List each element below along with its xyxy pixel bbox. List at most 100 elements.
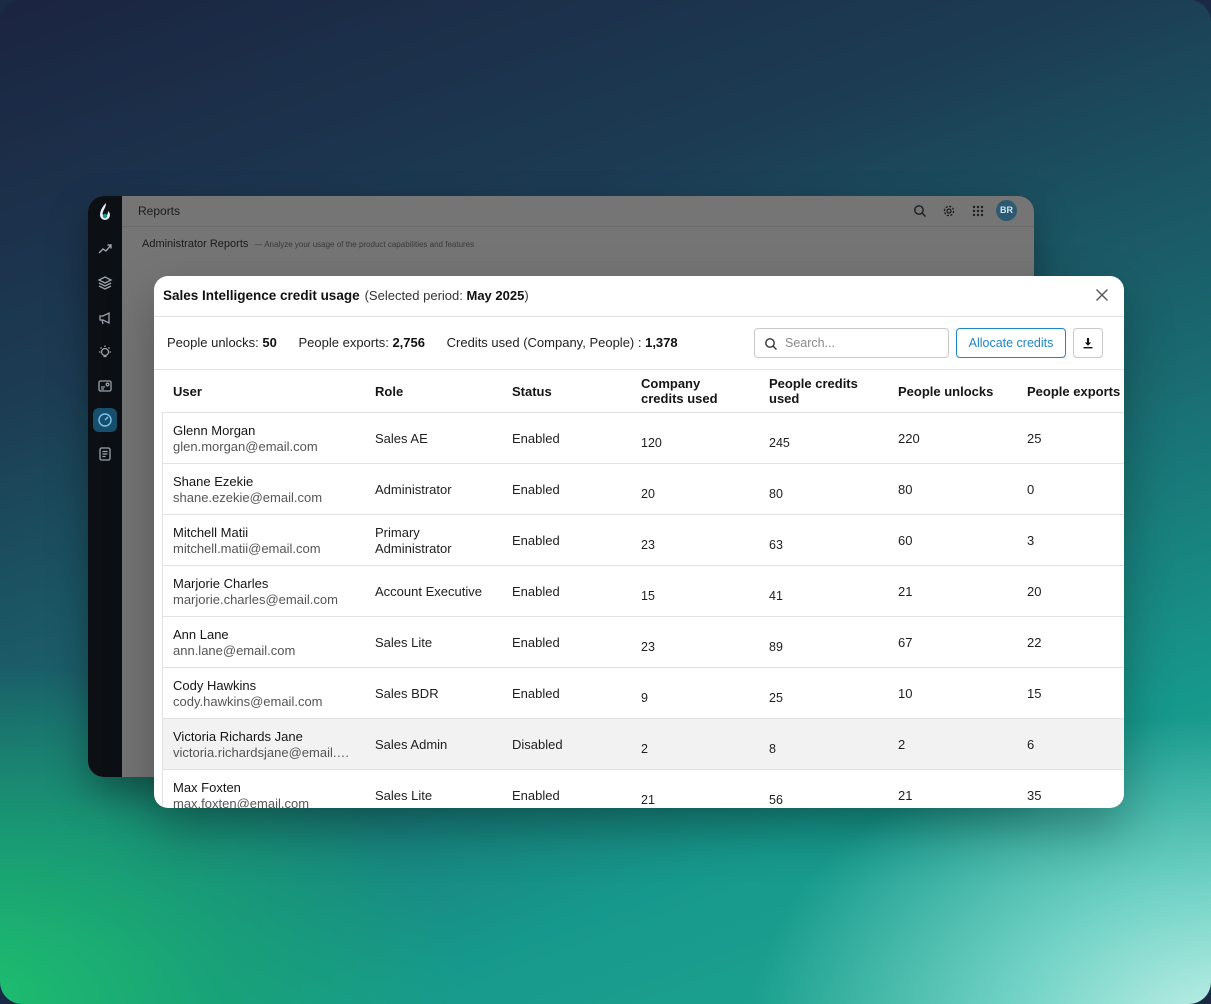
usage-summary: People unlocks: 50 People exports: 2,756…: [167, 335, 696, 350]
company-credits-cell: 120: [641, 435, 662, 450]
search-input[interactable]: [785, 334, 935, 352]
column-header-user[interactable]: User: [173, 370, 202, 412]
user-cell: Glenn Morgan glen.morgan@email.com: [173, 413, 318, 464]
role-cell: Sales Lite: [375, 634, 433, 650]
company-credits-cell: 21: [641, 792, 655, 807]
people-unlocks-stat: People unlocks: 50: [167, 335, 277, 350]
user-email: marjorie.charles@email.com: [173, 591, 338, 607]
modal-title: Sales Intelligence credit usage (Selected…: [163, 288, 529, 303]
column-header-people-credits[interactable]: People credits used: [769, 370, 874, 412]
table-row[interactable]: Marjorie Charles marjorie.charles@email.…: [162, 565, 1124, 616]
table-row[interactable]: Mitchell Matii mitchell.matii@email.com …: [162, 514, 1124, 565]
people-exports-cell: 35: [1027, 787, 1042, 803]
people-credits-cell: 8: [769, 741, 776, 756]
credits-used-stat: Credits used (Company, People) : 1,378: [447, 335, 678, 350]
user-name: Ann Lane: [173, 626, 229, 642]
company-credits-cell: 2: [641, 741, 648, 756]
company-credits-cell: 15: [641, 588, 655, 603]
search-icon: [764, 337, 778, 351]
people-unlocks-cell: 67: [898, 634, 913, 650]
page-description: — Analyze your usage of the product capa…: [254, 240, 475, 249]
app-logo-icon: [100, 203, 110, 220]
user-cell: Shane Ezekie shane.ezekie@email.com: [173, 464, 322, 515]
table-row[interactable]: Cody Hawkins cody.hawkins@email.com Sale…: [162, 667, 1124, 718]
people-exports-cell: 6: [1027, 736, 1035, 752]
period-suffix: ): [524, 288, 529, 303]
people-exports-cell: 25: [1027, 430, 1042, 446]
table-row[interactable]: Ann Lane ann.lane@email.com Sales Lite E…: [162, 616, 1124, 667]
user-cell: Ann Lane ann.lane@email.com: [173, 617, 295, 668]
people-unlocks-cell: 220: [898, 430, 920, 446]
people-credits-cell: 56: [769, 792, 783, 807]
table-row[interactable]: Max Foxten max.foxten@email.com Sales Li…: [162, 769, 1124, 808]
column-header-people-exports[interactable]: People exports: [1027, 370, 1120, 412]
page-subheader: Administrator Reports — Analyze your usa…: [142, 238, 474, 250]
search-box[interactable]: [754, 328, 949, 358]
user-name: Cody Hawkins: [173, 677, 257, 693]
people-unlocks-cell: 80: [898, 481, 913, 497]
people-exports-label: People exports:: [298, 335, 393, 350]
user-avatar[interactable]: BR: [996, 200, 1017, 221]
user-cell: Max Foxten max.foxten@email.com: [173, 770, 309, 809]
user-email: mitchell.matii@email.com: [173, 540, 321, 556]
gear-icon[interactable]: [942, 204, 956, 218]
table-row[interactable]: Victoria Richards Jane victoria.richards…: [162, 718, 1124, 769]
credits-used-label: Credits used (Company, People) :: [446, 335, 646, 350]
status-cell: Enabled: [512, 481, 560, 497]
people-unlocks-cell: 21: [898, 583, 913, 599]
close-icon[interactable]: [1094, 287, 1110, 303]
people-unlocks-value: 50: [262, 335, 277, 350]
layers-icon[interactable]: [97, 275, 113, 291]
left-nav-rail: [88, 196, 122, 777]
download-button[interactable]: [1073, 328, 1103, 358]
user-cell: Victoria Richards Jane victoria.richards…: [173, 719, 353, 770]
user-name: Victoria Richards Jane: [173, 728, 303, 744]
table-header: User Role Status Company credits used Pe…: [154, 370, 1124, 412]
role-cell: Sales Lite: [375, 787, 433, 803]
column-header-role[interactable]: Role: [375, 370, 403, 412]
apps-grid-icon[interactable]: [971, 204, 985, 218]
column-header-people-unlocks[interactable]: People unlocks: [898, 370, 993, 412]
contact-card-icon[interactable]: [97, 378, 113, 394]
company-credits-cell: 23: [641, 639, 655, 654]
trend-icon[interactable]: [97, 241, 113, 257]
role-cell: Sales Admin: [375, 736, 448, 752]
people-unlocks-cell: 21: [898, 787, 913, 803]
people-exports-value: 2,756: [392, 335, 425, 350]
table-row[interactable]: Shane Ezekie shane.ezekie@email.com Admi…: [162, 463, 1124, 514]
people-unlocks-label: People unlocks:: [167, 335, 263, 350]
status-cell: Enabled: [512, 787, 560, 803]
credit-usage-table: User Role Status Company credits used Pe…: [154, 369, 1124, 808]
download-icon: [1083, 338, 1093, 349]
gauge-icon[interactable]: [93, 408, 117, 432]
user-name: Glenn Morgan: [173, 422, 256, 438]
company-credits-cell: 23: [641, 537, 655, 552]
column-header-company-credits[interactable]: Company credits used: [641, 370, 741, 412]
status-cell: Enabled: [512, 634, 560, 650]
top-bar-title: Reports: [138, 204, 181, 218]
column-header-status[interactable]: Status: [512, 370, 552, 412]
people-credits-cell: 41: [769, 588, 783, 603]
user-email: victoria.richardsjane@email.com: [173, 744, 353, 760]
allocate-credits-button[interactable]: Allocate credits: [956, 328, 1066, 358]
people-credits-cell: 80: [769, 486, 783, 501]
people-credits-cell: 25: [769, 690, 783, 705]
search-icon[interactable]: [913, 204, 927, 218]
status-cell: Enabled: [512, 685, 560, 701]
user-name: Max Foxten: [173, 779, 241, 795]
background-stage: Reports BR Administrator Reports — Analy…: [0, 0, 1211, 1004]
people-credits-cell: 245: [769, 435, 790, 450]
modal-header: Sales Intelligence credit usage (Selected…: [154, 276, 1124, 317]
megaphone-icon[interactable]: [97, 310, 113, 326]
credit-usage-modal: Sales Intelligence credit usage (Selected…: [154, 276, 1124, 808]
role-cell: Account Executive: [375, 583, 482, 599]
lightbulb-icon[interactable]: [97, 344, 113, 360]
document-icon[interactable]: [97, 446, 113, 462]
people-exports-cell: 15: [1027, 685, 1042, 701]
user-name: Marjorie Charles: [173, 575, 269, 591]
user-cell: Mitchell Matii mitchell.matii@email.com: [173, 515, 321, 566]
user-email: shane.ezekie@email.com: [173, 489, 323, 505]
user-email: cody.hawkins@email.com: [173, 693, 323, 709]
table-row[interactable]: Glenn Morgan glen.morgan@email.com Sales…: [162, 412, 1124, 463]
table-body: Glenn Morgan glen.morgan@email.com Sales…: [162, 412, 1124, 808]
